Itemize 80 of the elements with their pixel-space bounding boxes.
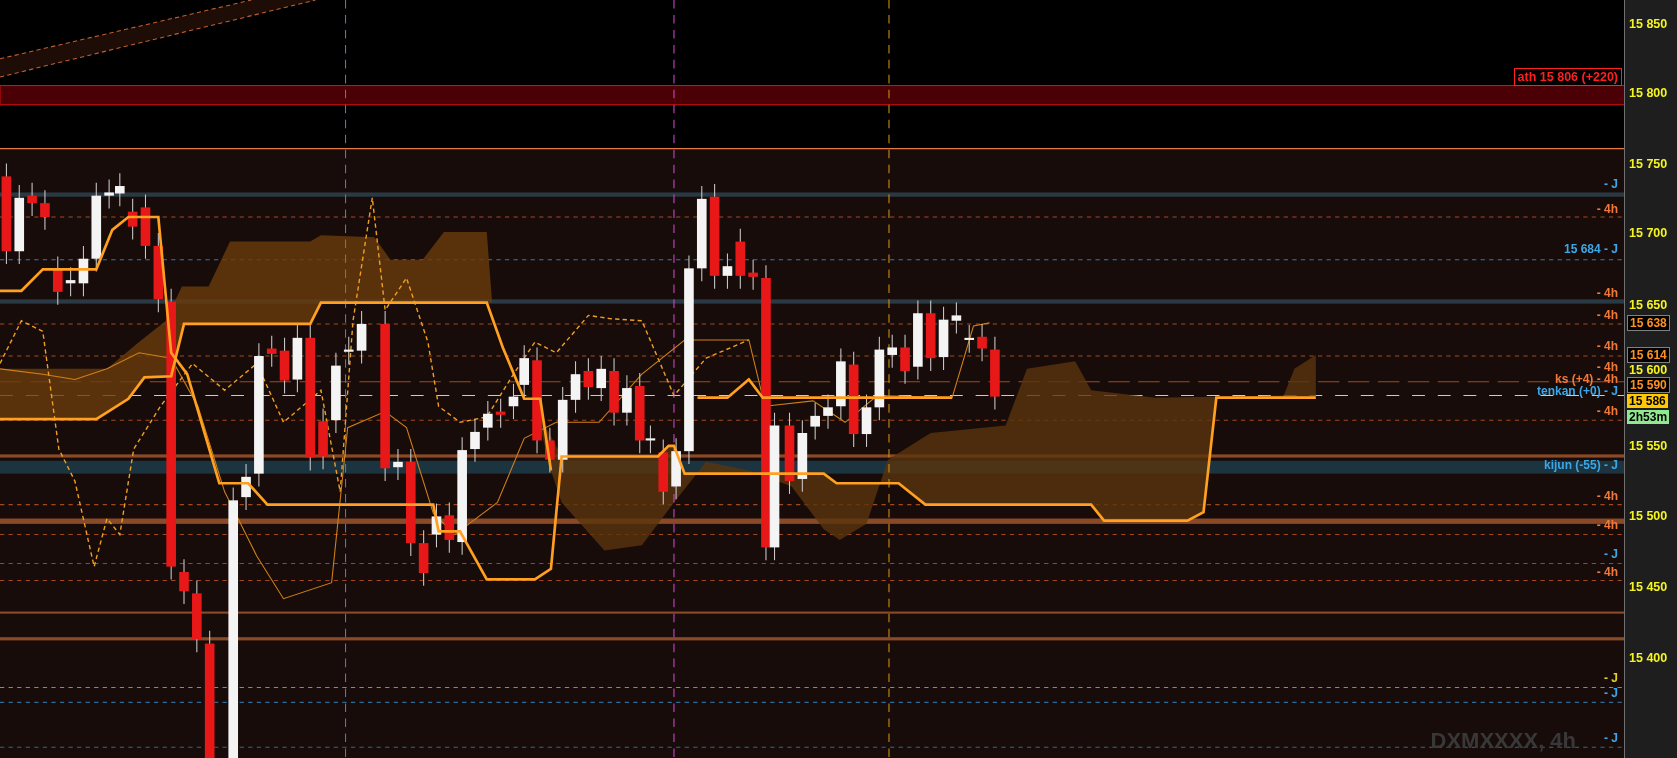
candlestick (78, 245, 89, 297)
candlestick (65, 266, 76, 297)
level-label: - 4h (1596, 565, 1619, 579)
candlestick (900, 334, 910, 385)
candlestick (545, 427, 555, 474)
axis-tick-label: 15 700 (1629, 226, 1668, 241)
candlestick (495, 398, 506, 429)
axis-tick-label: 15 500 (1629, 509, 1668, 524)
candlestick (27, 182, 37, 217)
symbol-label: DXMXXXX, 4h (1430, 728, 1577, 754)
axis-tick-label: 15 600 (1629, 362, 1668, 377)
candlestick (343, 336, 354, 366)
axis-tick-label: 15 850 (1629, 16, 1668, 31)
candlestick (810, 402, 820, 440)
candlestick (658, 438, 669, 506)
level-label: - J (1604, 177, 1619, 191)
level-label: ks (+4) - 4h (1555, 372, 1619, 386)
candlestick (40, 189, 50, 231)
candlestick (241, 463, 251, 511)
candlestick (444, 501, 455, 554)
level-label: tenkan (+0) - J (1537, 384, 1619, 398)
candlestick (279, 337, 290, 394)
candlestick (735, 228, 746, 290)
candlestick (127, 198, 138, 240)
axis-tick-label: 15 400 (1629, 650, 1668, 665)
candlestick (318, 407, 328, 470)
candlestick (483, 400, 493, 441)
level-label: 15 684 - J (1564, 242, 1619, 256)
price-tag: 2h53m (1627, 410, 1670, 424)
candlestick (104, 179, 114, 209)
axis-tick-label: 15 650 (1629, 297, 1668, 312)
candlestick (951, 302, 962, 335)
level-label: kijun (-55) - J (1544, 458, 1619, 472)
level-label: - J (1604, 547, 1619, 561)
price-tag: 15 638 (1627, 314, 1670, 331)
level-label: - 4h (1596, 339, 1619, 353)
candlestick (470, 418, 480, 463)
axis-tick-label: 15 750 (1629, 156, 1668, 171)
candlestick (964, 324, 975, 354)
candlestick (596, 355, 607, 402)
level-label: - 4h (1596, 308, 1619, 322)
level-label: - 4h (1596, 489, 1619, 503)
candlestick (938, 306, 949, 371)
candlestick (179, 558, 189, 605)
candlestick (887, 334, 897, 369)
level-label: - J (1604, 731, 1619, 745)
candlestick (722, 252, 733, 290)
candlestick (292, 324, 303, 393)
level-label: - 4h (1596, 286, 1619, 300)
level-label: - J (1604, 686, 1619, 700)
candlestick (393, 448, 403, 481)
level-label: - J (1604, 671, 1619, 685)
candlestick (140, 194, 151, 260)
candlestick (356, 310, 367, 365)
axis-tick-label: 15 450 (1629, 579, 1668, 594)
axis-tick-label: 15 550 (1629, 438, 1668, 453)
candlestick (836, 348, 846, 420)
ath-label: ath 15 806 (+220) (1513, 68, 1623, 86)
candlestick (418, 529, 429, 587)
candlestick (431, 503, 442, 548)
candlestick (622, 374, 632, 427)
candlestick (570, 360, 581, 414)
axis-tick-label: 15 800 (1629, 86, 1668, 100)
candlestick (861, 393, 872, 448)
candlestick (52, 256, 63, 306)
price-tag: 15 590 (1627, 376, 1670, 393)
candlestick (266, 335, 277, 368)
level-label: - 4h (1596, 202, 1619, 215)
candlestick (583, 357, 594, 401)
candlestick (977, 323, 987, 362)
level-label: - 4h (1596, 404, 1619, 417)
candlestick (671, 437, 681, 500)
level-label: - 4h (1596, 518, 1619, 532)
candlestick (823, 393, 833, 430)
price-tag: 15 586 (1627, 393, 1668, 408)
candlestick (609, 357, 619, 427)
candlestick (115, 172, 125, 207)
level-label: - 4h (1596, 360, 1619, 374)
price-tag: 15 614 (1627, 346, 1670, 363)
candlestick (748, 259, 758, 291)
